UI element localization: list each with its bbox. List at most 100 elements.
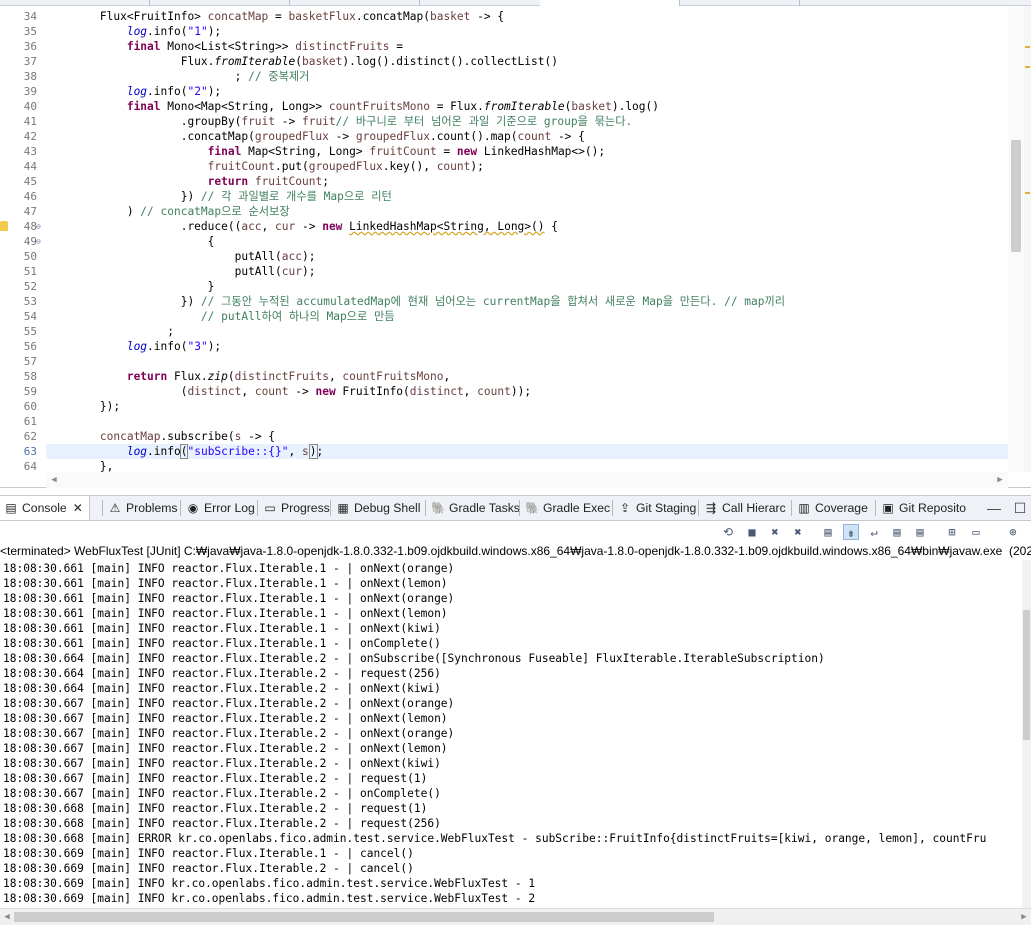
terminate-icon[interactable]: ■ <box>744 524 760 540</box>
tab-error-log[interactable]: ◉ Error Log <box>182 496 255 520</box>
code-line[interactable]: (distinct, count -> new FruitInfo(distin… <box>46 384 1008 399</box>
code-line[interactable]: final Mono<Map<String, Long>> countFruit… <box>46 99 1008 114</box>
close-icon[interactable]: ✕ <box>73 501 83 515</box>
word-wrap-icon[interactable]: ↵ <box>866 524 882 540</box>
scroll-left-icon[interactable]: ◀ <box>1 911 13 923</box>
warning-marker[interactable] <box>1025 192 1030 194</box>
line-number: 56 <box>23 340 37 353</box>
code-line[interactable]: }) // 각 과일별로 개수를 Map으로 리턴 <box>46 189 1008 204</box>
code-editor[interactable]: 34 35 36 37 38 39 40 41 42 43 44 45 46 47 48 ⊖ 49 ⊖ 50 51 52… <box>0 0 1031 488</box>
tab-progress[interactable]: ▭ Progress <box>259 496 329 520</box>
scroll-left-icon[interactable]: ◀ <box>48 474 60 486</box>
code-line[interactable]: return fruitCount; <box>46 174 1008 189</box>
code-token: log <box>126 25 148 38</box>
fold-toggle-icon[interactable]: ⊖ <box>36 238 44 246</box>
console-line: 18:08:30.669 [main] INFO kr.co.openlabs.… <box>3 877 536 890</box>
editor-vertical-scrollbar[interactable] <box>1008 6 1024 472</box>
console-output[interactable]: 18:08:30.661 [main] INFO reactor.Flux.It… <box>0 560 1022 908</box>
console-line: 18:08:30.667 [main] INFO reactor.Flux.It… <box>3 757 441 770</box>
scrollbar-thumb[interactable] <box>14 912 714 922</box>
code-token: ; <box>46 70 249 83</box>
code-token: count <box>477 385 511 398</box>
open-console-icon[interactable]: ⊕ <box>1005 524 1021 540</box>
console-horizontal-scrollbar[interactable]: ◀ ▶ <box>0 908 1031 925</box>
code-line[interactable]: { <box>46 234 1008 249</box>
tab-coverage[interactable]: ▥ Coverage <box>793 496 868 520</box>
code-line[interactable]: Flux.fromIterable(basket).log().distinct… <box>46 54 1008 69</box>
tab-console[interactable]: ▤ Console ✕ <box>0 496 90 520</box>
show-on-error-icon[interactable]: ▤ <box>912 524 928 540</box>
code-line[interactable]: final Map<String, Long> fruitCount = new… <box>46 144 1008 159</box>
code-token: ); <box>207 340 222 353</box>
code-line[interactable]: log.info("3"); <box>46 339 1008 354</box>
code-line[interactable]: ; // 중복제거 <box>46 69 1008 84</box>
console-vertical-scrollbar[interactable] <box>1022 560 1031 908</box>
tab-problems[interactable]: ⚠ Problems <box>104 496 178 520</box>
line-number: 63 <box>23 445 37 458</box>
remove-launch-icon[interactable]: ✖ <box>767 524 783 540</box>
code-line[interactable]: }); <box>46 399 1008 414</box>
code-line[interactable] <box>46 414 1008 429</box>
code-line[interactable] <box>46 354 1008 369</box>
scroll-right-icon[interactable]: ▶ <box>1018 911 1030 923</box>
clear-console-icon[interactable]: ▤ <box>820 524 836 540</box>
code-token: return <box>207 175 249 188</box>
show-on-output-icon[interactable]: ▤ <box>889 524 905 540</box>
warning-icon[interactable] <box>0 221 8 231</box>
code-token: basket <box>301 55 343 68</box>
display-console-icon[interactable]: ▭ <box>968 524 984 540</box>
scroll-lock-icon[interactable]: ⇟ <box>843 524 859 540</box>
code-line[interactable]: ) // concatMap으로 순서보장 <box>46 204 1008 219</box>
tab-call-hierarc[interactable]: ⇶ Call Hierarc <box>700 496 786 520</box>
warning-marker[interactable] <box>1025 46 1030 48</box>
code-line[interactable]: .groupBy(fruit -> fruit// 바구니로 부터 넘어온 과일… <box>46 114 1008 129</box>
code-line[interactable]: }) // 그동안 누적된 accumulatedMap에 현재 넘어오는 cu… <box>46 294 1008 309</box>
relaunch-icon[interactable]: ⟲ <box>720 524 736 540</box>
overview-ruler[interactable] <box>1024 6 1031 472</box>
code-line[interactable]: concatMap.subscribe(s -> { <box>46 429 1008 444</box>
line-number: 37 <box>23 55 37 68</box>
pin-console-icon[interactable]: ⊞ <box>944 524 960 540</box>
code-line[interactable]: log.info("1"); <box>46 24 1008 39</box>
code-line[interactable]: .reduce((acc, cur -> new LinkedHashMap<S… <box>46 219 1008 234</box>
code-token: groupedFlux <box>355 130 430 143</box>
scroll-right-icon[interactable]: ▶ <box>994 474 1006 486</box>
warning-marker[interactable] <box>1025 66 1030 68</box>
code-token: new <box>315 385 336 398</box>
scrollbar-thumb[interactable] <box>1011 140 1021 252</box>
code-line[interactable]: fruitCount.put(groupedFlux.key(), count)… <box>46 159 1008 174</box>
tab-gradle-tasks[interactable]: 🐘 Gradle Tasks <box>427 496 520 520</box>
code-line[interactable]: final Mono<List<String>> distinctFruits … <box>46 39 1008 54</box>
code-line[interactable]: return Flux.zip(distinctFruits, countFru… <box>46 369 1008 384</box>
line-number: 51 <box>23 265 37 278</box>
tab-gradle-exec[interactable]: 🐘 Gradle Exec <box>521 496 610 520</box>
minimize-icon[interactable]: — <box>986 499 1002 517</box>
code-token: -> <box>288 385 316 398</box>
remove-all-icon[interactable]: ✖ <box>790 524 806 540</box>
code-line[interactable]: ; <box>46 324 1008 339</box>
code-line[interactable]: log.info("2"); <box>46 84 1008 99</box>
code-line-current[interactable]: log.info("subScribe::{}", s); <box>46 444 1008 459</box>
code-line[interactable]: // putAll하여 하나의 Map으로 만듬 <box>46 309 1008 324</box>
tab-git-reposito[interactable]: ▣ Git Reposito <box>877 496 966 520</box>
code-line[interactable]: } <box>46 279 1008 294</box>
code-token: "1" <box>187 25 208 38</box>
code-area[interactable]: Flux<FruitInfo> concatMap = basketFlux.c… <box>46 6 1008 472</box>
code-token: "3" <box>187 340 208 353</box>
code-token: fruitCount <box>207 160 276 173</box>
code-line[interactable]: putAll(acc); <box>46 249 1008 264</box>
code-line[interactable]: .concatMap(groupedFlux -> groupedFlux.co… <box>46 129 1008 144</box>
maximize-icon[interactable]: ☐ <box>1012 499 1028 517</box>
tab-label: Git Reposito <box>899 501 967 515</box>
scrollbar-thumb[interactable] <box>1023 610 1030 740</box>
tab-git-staging[interactable]: ⇪ Git Staging <box>614 496 696 520</box>
code-line[interactable]: }, <box>46 459 1008 472</box>
editor-horizontal-scrollbar[interactable]: ◀ ▶ <box>46 472 1008 488</box>
tab-debug-shell[interactable]: ▦ Debug Shell <box>332 496 420 520</box>
code-line[interactable]: putAll(cur); <box>46 264 1008 279</box>
fold-toggle-icon[interactable]: ⊖ <box>36 223 44 231</box>
console-line: 18:08:30.669 [main] INFO reactor.Flux.It… <box>3 862 414 875</box>
code-line[interactable]: Flux<FruitInfo> concatMap = basketFlux.c… <box>46 9 1008 24</box>
